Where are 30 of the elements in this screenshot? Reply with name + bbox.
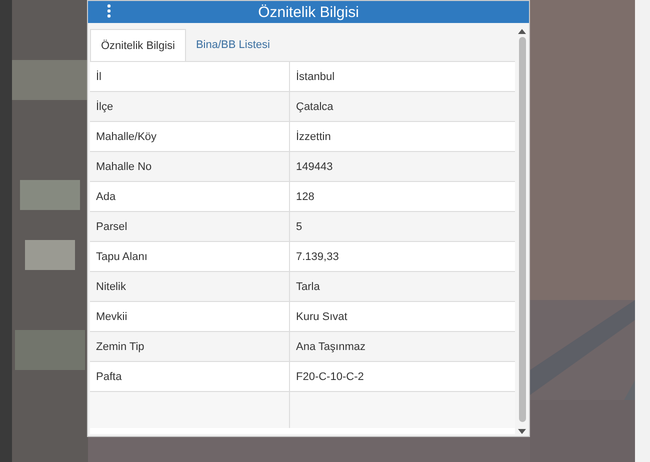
- table-cell-text: İstanbul: [295, 70, 336, 84]
- scroll-thumb[interactable]: [518, 37, 526, 422]
- table-cell-text: Tarla: [295, 280, 321, 294]
- table-cell: Parsel: [90, 212, 290, 241]
- table-cell-text: Çatalca: [295, 100, 334, 114]
- table-cell: Zemin Tip: [90, 332, 290, 361]
- dialog-title: Öznitelik Bilgisi: [258, 4, 359, 20]
- table-cell-text: 7.139,33: [295, 250, 340, 264]
- table-cell: Pafta: [90, 362, 290, 391]
- table-cell: Mahalle/Köy: [90, 122, 290, 151]
- table-cell-text: İzzettin: [295, 130, 332, 144]
- table-cell: Nitelik: [90, 272, 290, 301]
- tab[interactable]: Bina/BB Listesi: [186, 29, 280, 61]
- table-cell: Tapu Alanı: [90, 242, 290, 271]
- table-cell-text: F20-C-10-C-2: [295, 370, 365, 384]
- menu-icon[interactable]: [106, 4, 112, 18]
- table-cell-text: Kuru Sıvat: [295, 310, 348, 324]
- table-cell-text: Ana Taşınmaz: [295, 340, 367, 354]
- table-cell-text: 128: [295, 190, 316, 204]
- table-cell-text: 149443: [295, 160, 334, 174]
- tab[interactable]: Öznitelik Bilgisi: [90, 29, 186, 61]
- scroll-down-icon[interactable]: [518, 429, 526, 434]
- scrollbar[interactable]: [517, 29, 527, 434]
- scroll-up-icon[interactable]: [518, 29, 526, 34]
- table-cell: Mahalle No: [90, 152, 290, 181]
- table-cell: Mevkii: [90, 302, 290, 331]
- table-cell: Ada: [90, 182, 290, 211]
- table-cell-text: 5: [295, 220, 304, 234]
- table-cell: İl: [90, 62, 290, 91]
- table-cell: İlçe: [90, 92, 290, 121]
